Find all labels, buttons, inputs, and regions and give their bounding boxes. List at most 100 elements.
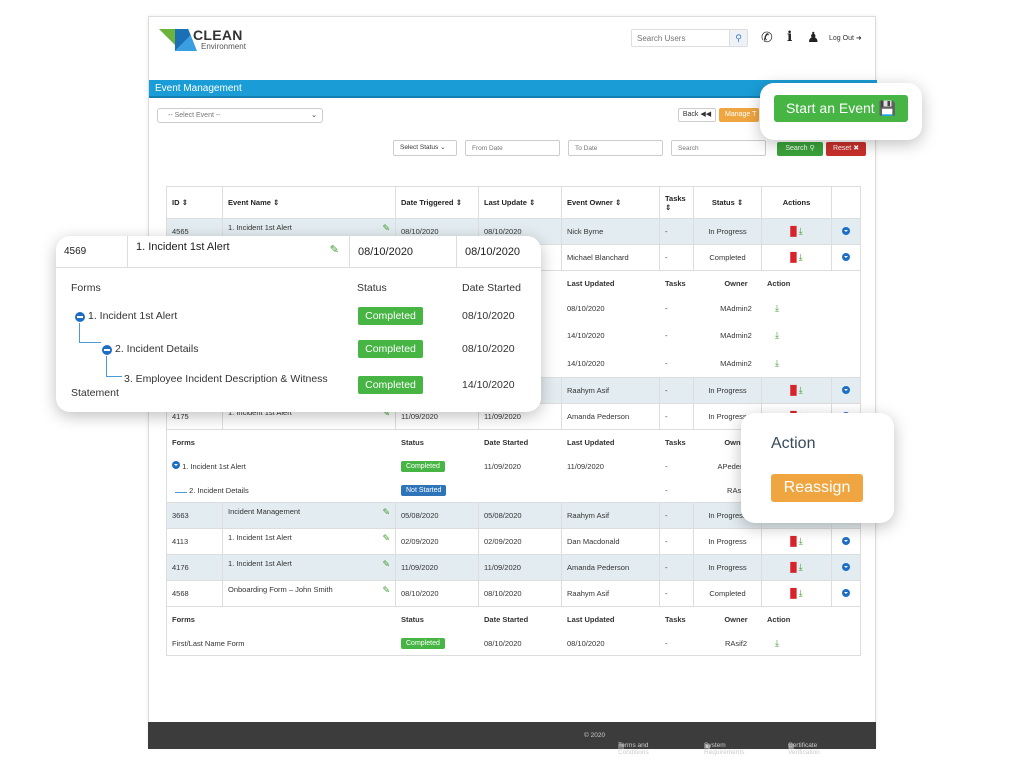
expand-icon[interactable]: [842, 562, 850, 571]
collapse-icon[interactable]: [172, 461, 180, 469]
logout-button[interactable]: Log Out ➜: [829, 34, 862, 42]
download-icon[interactable]: ⤓: [799, 588, 803, 598]
col-tasks[interactable]: Tasks ⇕: [659, 186, 694, 219]
sub-form-started: [479, 478, 562, 502]
action-title: Action: [771, 435, 816, 452]
col-event-name[interactable]: Event Name ⇕: [222, 186, 396, 219]
sub-col: Owner: [724, 278, 748, 288]
download-icon[interactable]: ⤓: [775, 330, 779, 340]
cell-id: 4568: [166, 580, 223, 607]
trash-icon[interactable]: █: [790, 226, 796, 236]
cell-event-name: Incident Management ✎: [222, 502, 396, 529]
col-status[interactable]: Status ⇕: [693, 186, 762, 219]
download-icon[interactable]: ⤓: [799, 226, 803, 236]
cell-date-triggered: 02/09/2020: [395, 528, 479, 555]
pencil-icon[interactable]: ✎: [330, 243, 339, 256]
trash-icon[interactable]: █: [790, 536, 796, 546]
table-row[interactable]: 4176 1. Incident 1st Alert ✎ 11/09/2020 11/0…: [166, 554, 861, 581]
pencil-icon[interactable]: ✎: [382, 559, 390, 570]
expand-icon[interactable]: [842, 385, 850, 394]
table-row[interactable]: 4113 1. Incident 1st Alert ✎ 02/09/2020 02/0…: [166, 528, 861, 555]
expanded-event-callout: 4569 1. Incident 1st Alert ✎ 08/10/2020 0…: [56, 236, 541, 412]
tree-connector: [106, 356, 122, 377]
download-icon[interactable]: ⤓: [775, 303, 779, 313]
trash-icon[interactable]: █: [790, 252, 796, 262]
back-button[interactable]: Back ◀◀: [678, 108, 716, 122]
sub-form-action: ⤓: [762, 631, 861, 655]
sub-form-updated: 08/10/2020: [567, 303, 605, 313]
expand-icon[interactable]: [842, 536, 850, 545]
expand-icon[interactable]: [842, 226, 850, 235]
pencil-icon[interactable]: ✎: [382, 507, 390, 518]
col-id[interactable]: ID ⇕: [166, 186, 223, 219]
zoom-form-started: 14/10/2020: [462, 379, 515, 391]
trash-icon[interactable]: █: [790, 588, 796, 598]
double-left-icon: ◀◀: [700, 111, 712, 118]
trash-icon[interactable]: █: [790, 385, 796, 395]
zoom-form-started: 08/10/2020: [462, 343, 515, 355]
zoom-col-status: Status: [357, 282, 387, 294]
phone-icon[interactable]: ✆: [761, 29, 773, 46]
zoom-form-name-wrap: Statement: [71, 387, 119, 399]
col-date-triggered[interactable]: Date Triggered ⇕: [395, 186, 479, 219]
select-event-dropdown[interactable]: -- Select Event -- ⌄: [157, 108, 323, 123]
status-badge: Completed: [401, 460, 445, 472]
col-last-update[interactable]: Last Update ⇕: [478, 186, 562, 219]
download-icon[interactable]: ⤓: [799, 536, 803, 546]
expand-icon[interactable]: [842, 588, 850, 597]
sub-form-status: Completed: [396, 454, 479, 478]
user-search: ⚲: [631, 29, 748, 47]
pencil-icon[interactable]: ✎: [382, 533, 390, 544]
cell-status: In Progress: [693, 528, 762, 555]
form-name-label: 1. Incident 1st Alert: [182, 462, 246, 471]
chevron-down-icon: ⌄: [440, 144, 446, 151]
reassign-button[interactable]: Reassign: [771, 474, 863, 502]
table-row[interactable]: 4568 Onboarding Form – John Smith ✎ 08/10/2…: [166, 580, 861, 607]
sub-col: Forms: [172, 437, 195, 447]
sub-form-updated: 14/10/2020: [567, 330, 605, 340]
cell-date-triggered: 08/10/2020: [395, 580, 479, 607]
sub-form-owner: RAsif2: [724, 638, 748, 648]
user-search-input[interactable]: [632, 30, 728, 46]
search-icon[interactable]: ⚲: [729, 30, 747, 46]
zoom-last-update: 08/10/2020: [457, 236, 541, 268]
sub-form-tasks: -: [665, 461, 668, 471]
pencil-icon[interactable]: ✎: [382, 223, 390, 234]
expand-icon[interactable]: [842, 252, 850, 261]
cell-id: 3663: [166, 502, 223, 529]
download-icon[interactable]: ⤓: [799, 252, 803, 262]
sysreq-label: System Requirements: [704, 742, 745, 756]
trash-icon[interactable]: █: [790, 562, 796, 572]
cell-expand: [831, 244, 861, 271]
start-event-button[interactable]: Start an Event 💾: [774, 95, 908, 122]
pencil-icon[interactable]: ✎: [382, 585, 390, 596]
close-icon: ✖: [853, 145, 860, 152]
col-event-owner[interactable]: Event Owner ⇕: [561, 186, 660, 219]
zoom-col-date-started: Date Started: [462, 282, 521, 294]
status-select[interactable]: Select Status ⌄: [393, 140, 457, 156]
sub-form-status: Not Started: [396, 478, 479, 502]
reset-button[interactable]: Reset ✖: [826, 142, 866, 156]
collapse-icon[interactable]: [102, 345, 112, 355]
info-icon[interactable]: i: [787, 29, 792, 45]
search-input[interactable]: [671, 140, 766, 156]
collapse-icon[interactable]: [75, 312, 85, 322]
start-event-callout: Start an Event 💾: [760, 83, 922, 140]
user-icon[interactable]: ♟: [807, 29, 820, 46]
cell-owner: Raahym Asif: [561, 502, 660, 529]
download-icon[interactable]: ⤓: [799, 385, 803, 395]
logo[interactable]: CLEAN Environment: [159, 27, 259, 53]
sub-form-tasks: -: [665, 358, 668, 368]
search-button[interactable]: Search ⚲: [777, 142, 823, 156]
download-icon[interactable]: ⤓: [799, 562, 803, 572]
select-event-value: -- Select Event --: [168, 112, 221, 119]
status-badge: Completed: [358, 376, 423, 394]
download-icon[interactable]: ⤓: [775, 638, 779, 648]
download-icon[interactable]: ⤓: [775, 358, 779, 368]
manage-button[interactable]: Manage T: [719, 108, 759, 122]
from-date-input[interactable]: [465, 140, 560, 156]
cell-tasks: -: [659, 554, 694, 581]
sub-form-tasks: -: [665, 485, 668, 495]
to-date-input[interactable]: [568, 140, 663, 156]
cell-expand: [831, 528, 861, 555]
